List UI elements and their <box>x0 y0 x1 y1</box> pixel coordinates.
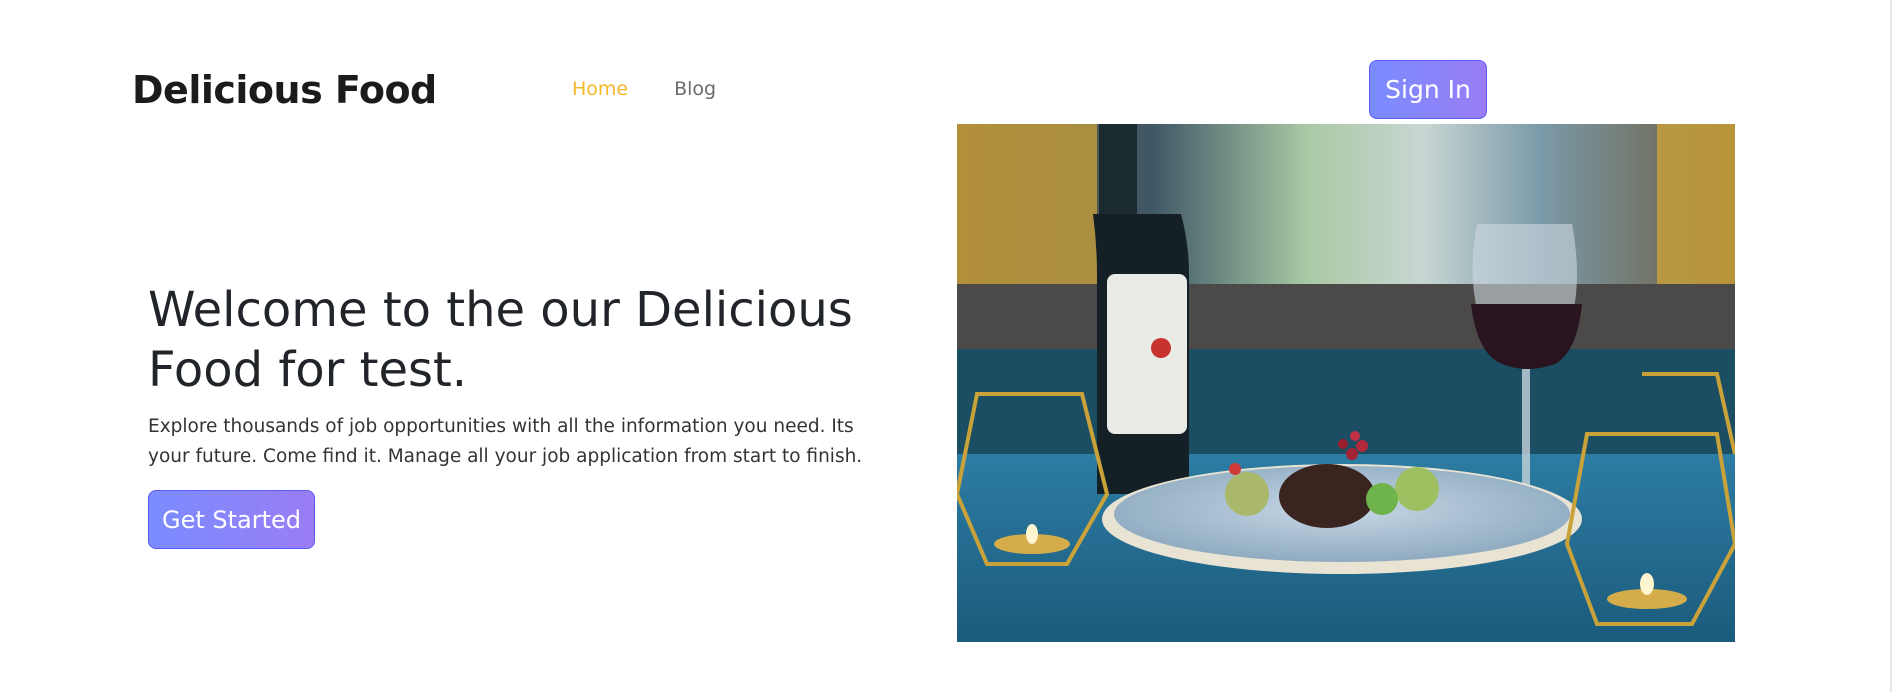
hero-title: Welcome to the our Delicious Food for te… <box>148 282 853 398</box>
hero-food-image <box>957 124 1735 642</box>
get-started-button[interactable]: Get Started <box>148 490 315 549</box>
hero-description: Explore thousands of job opportunities w… <box>148 416 863 467</box>
sign-in-button[interactable]: Sign In <box>1369 60 1487 119</box>
main-nav: Home Blog <box>572 76 716 102</box>
nav-link-blog[interactable]: Blog <box>674 76 716 102</box>
nav-link-home[interactable]: Home <box>572 76 628 102</box>
brand-logo[interactable]: Delicious Food <box>132 66 437 114</box>
